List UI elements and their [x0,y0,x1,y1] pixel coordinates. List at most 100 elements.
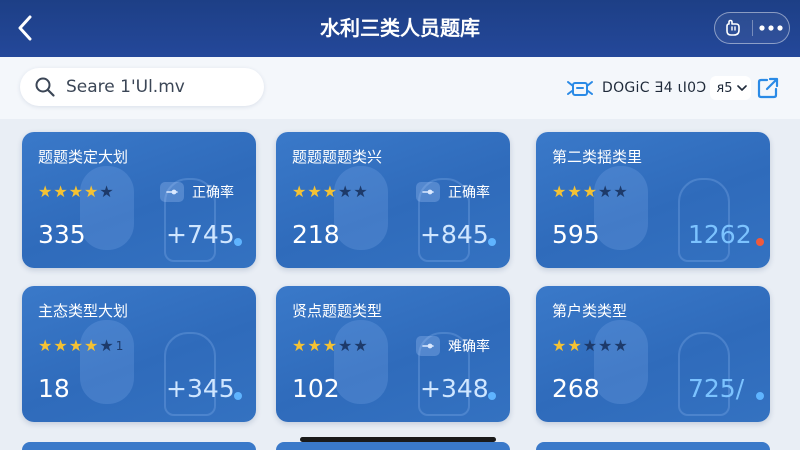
hand-icon [726,19,740,36]
question-category-card[interactable]: 题题类定大划 ★ ★ ★ ★ ★ 正确率 335 +745 [22,132,256,268]
filter-group: DOGiC Ǝ4 ɩI0Ɔ ᴙ5 [566,73,751,103]
card-peek [276,442,510,450]
question-category-card[interactable]: 主态类型大划 ★ ★ ★ ★ ★ 1 18 +345 [22,286,256,422]
capsule-hand-button[interactable] [715,13,751,43]
filter-dropdown[interactable]: ᴙ5 [710,76,751,100]
question-count: 218 [292,220,340,249]
star-filled-icon: ★ [84,182,99,201]
accuracy-badge: 难确率 [416,336,490,356]
home-indicator [300,437,496,442]
star-filled-icon: ★ [582,182,598,201]
star-empty-icon: ★ [582,336,598,355]
filter-label: DOGiC Ǝ4 ɩI0Ɔ [602,80,707,96]
back-button[interactable] [12,13,38,43]
search-input-text: Seare 1'Ul.mv [66,77,185,97]
page-title: 水利三类人员题库 [320,16,480,40]
question-count: 335 [38,220,86,249]
card-decoration [80,166,134,250]
question-delta: +745 [166,220,235,249]
question-count: 595 [552,220,600,249]
chart-toggle-icon [416,182,440,202]
search-icon [35,77,55,97]
star-empty-icon: ★ [613,336,628,355]
status-dot [756,392,764,400]
export-button[interactable] [756,76,780,100]
card-title: 贤点题题类型 [292,302,383,320]
star-empty-icon: ★ [613,182,628,201]
search-input[interactable]: Seare 1'Ul.mv [20,68,264,106]
question-bank-grid: 题题类定大划 ★ ★ ★ ★ ★ 正确率 335 +745 题题题题类兴 ★ ★ ★ ★ ★ 正确率 218 +8… [22,132,778,450]
star-empty-icon: ★ [99,336,114,355]
star-filled-icon: ★ [292,182,307,201]
question-delta: +845 [420,220,489,249]
card-title: 题题类定大划 [38,148,129,166]
filter-button[interactable] [566,76,594,100]
accuracy-badge: 正确率 [416,182,490,202]
star-empty-icon: ★ [353,182,368,201]
star-filled-icon: ★ [38,182,53,201]
status-dot [488,238,496,246]
chart-toggle-icon [416,336,440,356]
card-peek [22,442,256,450]
top-navigation-bar: 水利三类人员题库 [0,0,800,57]
card-peek [536,442,770,450]
external-link-icon [757,77,779,99]
star-filled-icon: ★ [68,336,84,355]
box-arrows-icon [567,81,593,96]
accuracy-badge: 正确率 [160,182,234,202]
filter-dropdown-value: ᴙ5 [716,80,733,96]
star-filled-icon: ★ [292,336,307,355]
status-dot [488,392,496,400]
question-delta: +348 [420,374,489,403]
star-filled-icon: ★ [53,182,68,201]
capsule-more-button[interactable] [753,13,789,43]
card-decoration [594,166,648,250]
question-category-card[interactable]: 第户类类型 ★ ★ ★ ★ ★ 268 725/ [536,286,770,422]
difficulty-rating: ★ ★ ★ ★ ★ [292,183,369,201]
star-filled-icon: ★ [567,182,582,201]
star-empty-icon: ★ [353,336,368,355]
star-filled-icon: ★ [322,336,338,355]
chart-toggle-icon [160,182,184,202]
card-decoration [80,320,134,404]
question-category-card[interactable]: 题题题题类兴 ★ ★ ★ ★ ★ 正确率 218 +845 [276,132,510,268]
star-filled-icon: ★ [552,336,567,355]
next-row-peek [0,442,800,450]
card-title: 主态类型大划 [38,302,129,320]
chevron-left-icon [18,15,32,41]
card-title: 第二类揺类里 [552,148,643,166]
status-dot [234,238,242,246]
question-count: 102 [292,374,340,403]
question-delta: +345 [166,374,235,403]
question-category-card[interactable]: 第二类揺类里 ★ ★ ★ ★ ★ 595 1262 [536,132,770,268]
more-dots-icon [759,25,783,31]
question-delta: 725/ [688,374,745,403]
status-dot [756,238,764,246]
question-delta: 1262 [688,220,752,249]
card-title: 题题题题类兴 [292,148,383,166]
star-empty-icon: ★ [338,336,353,355]
star-filled-icon: ★ [552,182,567,201]
star-empty-icon: ★ [338,182,353,201]
star-filled-icon: ★ [322,182,338,201]
star-filled-icon: ★ [307,336,322,355]
status-dot [234,392,242,400]
difficulty-rating: ★ ★ ★ ★ ★ [292,337,369,355]
mini-program-capsule [714,12,790,44]
star-empty-icon: ★ [598,182,613,201]
accuracy-label: 正确率 [192,185,234,201]
star-filled-icon: ★ [307,182,322,201]
accuracy-label: 正确率 [448,185,490,201]
card-decoration [334,166,388,250]
question-category-card[interactable]: 贤点题题类型 ★ ★ ★ ★ ★ 难确率 102 +348 [276,286,510,422]
search-toolbar: Seare 1'Ul.mv DOGiC Ǝ4 ɩI0Ɔ ᴙ5 [0,57,800,119]
card-decoration [594,320,648,404]
card-title: 第户类类型 [552,302,628,320]
question-count: 18 [38,374,70,403]
star-empty-icon: ★ [598,336,613,355]
star-filled-icon: ★ [84,336,99,355]
difficulty-rating: ★ ★ ★ ★ ★ [38,183,115,201]
star-filled-icon: ★ [53,336,68,355]
star-filled-icon: ★ [567,336,582,355]
question-count: 268 [552,374,600,403]
